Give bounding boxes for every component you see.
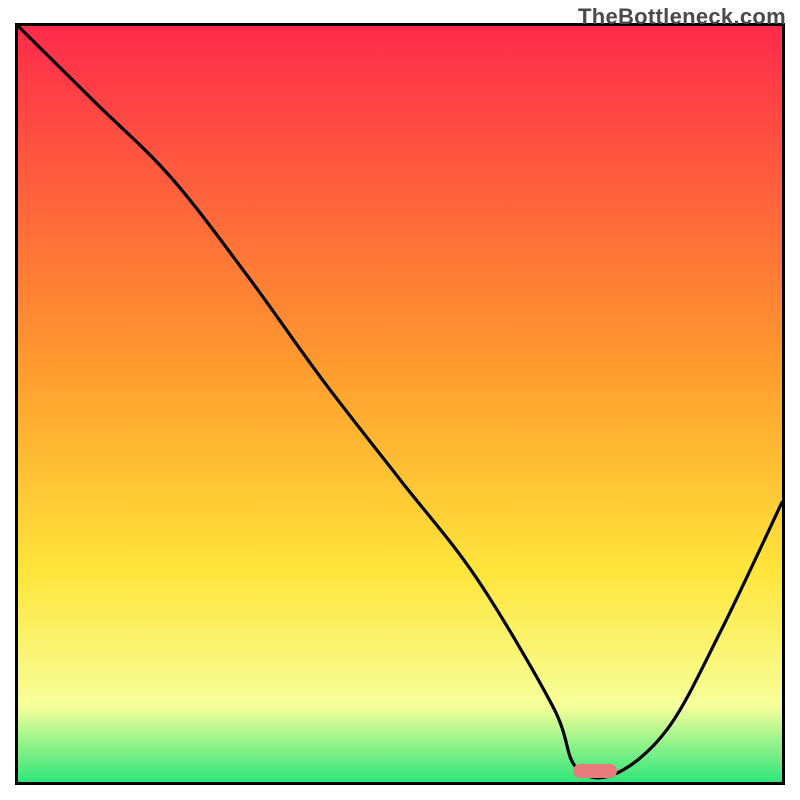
optimal-marker [573, 764, 617, 778]
chart-stage: TheBottleneck.com [0, 0, 800, 800]
plot-area [15, 23, 785, 785]
bottleneck-curve [18, 26, 782, 782]
watermark-label: TheBottleneck.com [578, 4, 786, 30]
